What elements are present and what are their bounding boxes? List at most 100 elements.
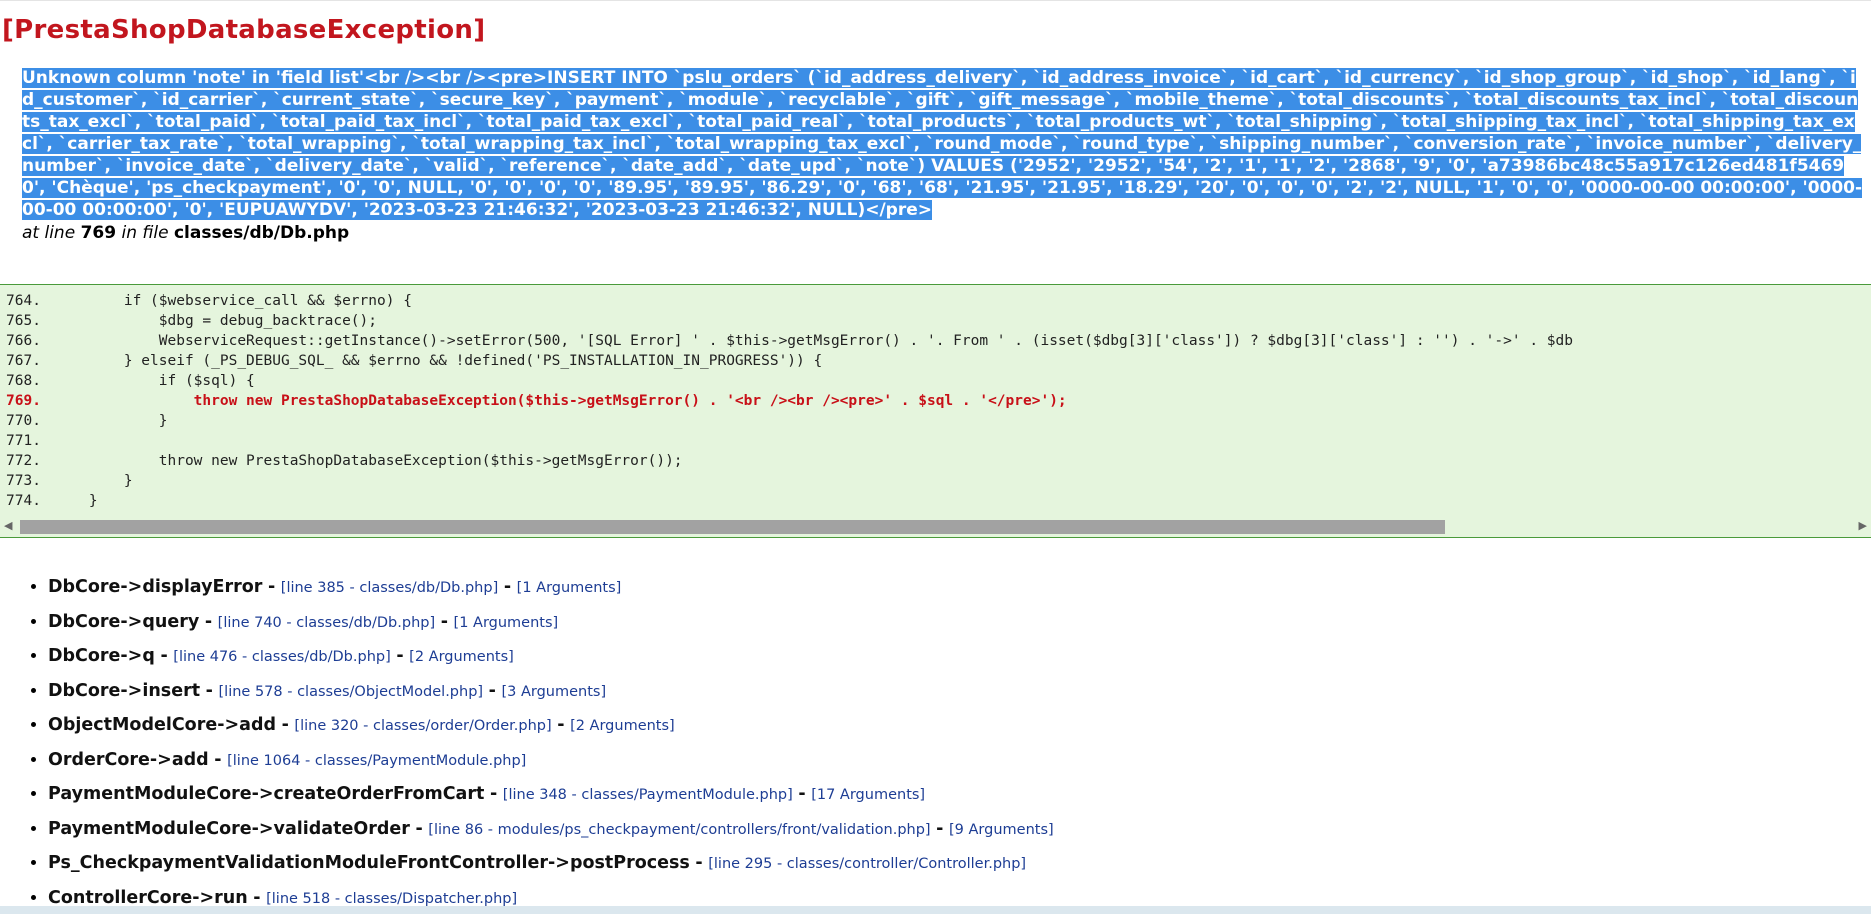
trace-arguments-toggle[interactable]: [3 Arguments] [501, 684, 606, 700]
trace-location-toggle[interactable]: [line 578 - classes/ObjectModel.php] [219, 684, 484, 700]
code-line-text: $dbg = debug_backtrace(); [54, 313, 378, 329]
trace-separator: - [253, 887, 261, 908]
stack-trace-item: PaymentModuleCore->createOrderFromCart -… [48, 777, 1054, 812]
code-line-text: } elseif (_PS_DEBUG_SQL_ && $errno && !d… [54, 353, 823, 369]
code-line-number: 769. [6, 393, 41, 409]
trace-separator: - [440, 611, 448, 632]
exception-title: [PrestaShopDatabaseException] [2, 15, 486, 45]
scroll-right-arrow-icon[interactable]: ▶ [1859, 517, 1867, 535]
code-line: 766. WebserviceRequest::getInstance()->s… [0, 331, 1871, 351]
trace-location-toggle[interactable]: [line 86 - modules/ps_checkpayment/contr… [428, 822, 930, 838]
code-line: 767. } elseif (_PS_DEBUG_SQL_ && $errno … [0, 351, 1871, 371]
stack-trace-item: Ps_CheckpaymentValidationModuleFrontCont… [48, 846, 1054, 881]
trace-location-toggle[interactable]: [line 740 - classes/db/Db.php] [218, 615, 435, 631]
stack-trace-list: DbCore->displayError - [line 385 - class… [0, 570, 1054, 915]
trace-location-toggle[interactable]: [line 320 - classes/order/Order.php] [294, 718, 551, 734]
error-line-number: 769 [80, 223, 117, 243]
code-line-number: 765. [6, 313, 41, 329]
code-line: 774. } [0, 491, 1871, 511]
code-line-text: if ($sql) { [54, 373, 255, 389]
trace-separator: - [695, 853, 703, 873]
trace-function: DbCore->query [48, 611, 200, 632]
trace-function: DbCore->insert [48, 680, 201, 701]
stack-trace-item: DbCore->q - [line 476 - classes/db/Db.ph… [48, 639, 1054, 674]
trace-location-toggle[interactable]: [line 518 - classes/Dispatcher.php] [266, 891, 517, 907]
code-line-number: 774. [6, 493, 41, 509]
stack-trace-item: PaymentModuleCore->validateOrder - [line… [48, 812, 1054, 847]
trace-location-toggle[interactable]: [line 295 - classes/controller/Controlle… [708, 856, 1026, 872]
at-line-label: at line [22, 223, 76, 243]
code-line-number: 773. [6, 473, 41, 489]
error-file: classes/db/Db.php [173, 223, 350, 243]
stack-trace-item: DbCore->query - [line 740 - classes/db/D… [48, 605, 1054, 640]
code-line: 770. } [0, 411, 1871, 431]
trace-location-toggle[interactable]: [line 348 - classes/PaymentModule.php] [503, 787, 793, 803]
code-line-text: WebserviceRequest::getInstance()->setErr… [54, 333, 1573, 349]
horizontal-scrollbar[interactable]: ◀ ▶ [0, 517, 1871, 535]
trace-function: PaymentModuleCore->createOrderFromCart [48, 784, 485, 804]
trace-separator: - [204, 611, 213, 632]
code-line: 773. } [0, 471, 1871, 491]
code-line-number: 772. [6, 453, 41, 469]
trace-separator: - [160, 646, 168, 666]
trace-separator: - [489, 784, 498, 804]
code-line-text: throw new PrestaShopDatabaseException($t… [54, 453, 683, 469]
stack-trace-item: ObjectModelCore->add - [line 320 - class… [48, 708, 1054, 743]
trace-arguments-toggle[interactable]: [1 Arguments] [454, 615, 559, 631]
trace-separator: - [281, 715, 289, 735]
code-line-text: } [54, 413, 168, 429]
trace-arguments-toggle[interactable]: [1 Arguments] [517, 580, 622, 596]
scroll-left-arrow-icon[interactable]: ◀ [4, 517, 12, 535]
trace-location-toggle[interactable]: [line 1064 - classes/PaymentModule.php] [227, 753, 526, 769]
trace-separator: - [267, 577, 276, 597]
code-excerpt-panel[interactable]: 764. if ($webservice_call && $errno) {76… [0, 284, 1871, 538]
trace-arguments-toggle[interactable]: [2 Arguments] [409, 649, 514, 665]
code-line: 771. [0, 431, 1871, 451]
trace-function: ObjectModelCore->add [48, 715, 276, 735]
trace-arguments-toggle[interactable]: [9 Arguments] [949, 822, 1054, 838]
code-line-text: throw new PrestaShopDatabaseException($t… [54, 393, 1067, 409]
code-line: 765. $dbg = debug_backtrace(); [0, 311, 1871, 331]
trace-separator: - [396, 646, 404, 666]
trace-location-toggle[interactable]: [line 476 - classes/db/Db.php] [173, 649, 390, 665]
trace-function: ControllerCore->run [48, 887, 248, 908]
stack-trace-item: OrderCore->add - [line 1064 - classes/Pa… [48, 743, 1054, 778]
code-line: 768. if ($sql) { [0, 371, 1871, 391]
code-line-number: 770. [6, 413, 41, 429]
trace-separator: - [205, 680, 213, 701]
code-line-number: 766. [6, 333, 41, 349]
trace-function: DbCore->q [48, 646, 155, 666]
trace-function: OrderCore->add [48, 749, 209, 770]
trace-separator: - [936, 818, 944, 839]
code-line-number: 768. [6, 373, 41, 389]
code-line-text: } [54, 473, 133, 489]
trace-location-toggle[interactable]: [line 385 - classes/db/Db.php] [281, 580, 498, 596]
code-line-number: 767. [6, 353, 41, 369]
in-file-label: in file [121, 223, 169, 243]
trace-arguments-toggle[interactable]: [2 Arguments] [570, 718, 675, 734]
taskbar-strip [0, 906, 1871, 914]
code-lines: 764. if ($webservice_call && $errno) {76… [0, 285, 1871, 511]
exception-message[interactable]: Unknown column 'note' in 'field list'<br… [22, 67, 1864, 221]
trace-arguments-toggle[interactable]: [17 Arguments] [811, 787, 925, 803]
code-line-highlighted: 769. throw new PrestaShopDatabaseExcepti… [0, 391, 1871, 411]
trace-function: Ps_CheckpaymentValidationModuleFrontCont… [48, 853, 690, 873]
stack-trace-item: DbCore->displayError - [line 385 - class… [48, 570, 1054, 605]
trace-separator: - [557, 715, 565, 735]
code-line-number: 764. [6, 293, 41, 309]
code-line-text: } [54, 493, 98, 509]
trace-function: DbCore->displayError [48, 577, 263, 597]
trace-separator: - [415, 818, 423, 839]
code-line: 764. if ($webservice_call && $errno) { [0, 291, 1871, 311]
scrollbar-thumb[interactable] [20, 520, 1445, 534]
trace-separator: - [503, 577, 512, 597]
trace-separator: - [214, 749, 222, 770]
code-line: 772. throw new PrestaShopDatabaseExcepti… [0, 451, 1871, 471]
code-line-text: if ($webservice_call && $errno) { [54, 293, 412, 309]
trace-function: PaymentModuleCore->validateOrder [48, 818, 410, 839]
trace-separator: - [488, 680, 496, 701]
error-location: at line 769 in file classes/db/Db.php [22, 222, 1871, 244]
trace-separator: - [798, 784, 806, 804]
selected-error-text[interactable]: Unknown column 'note' in 'field list'<br… [22, 68, 1863, 220]
stack-trace-item: DbCore->insert - [line 578 - classes/Obj… [48, 674, 1054, 709]
